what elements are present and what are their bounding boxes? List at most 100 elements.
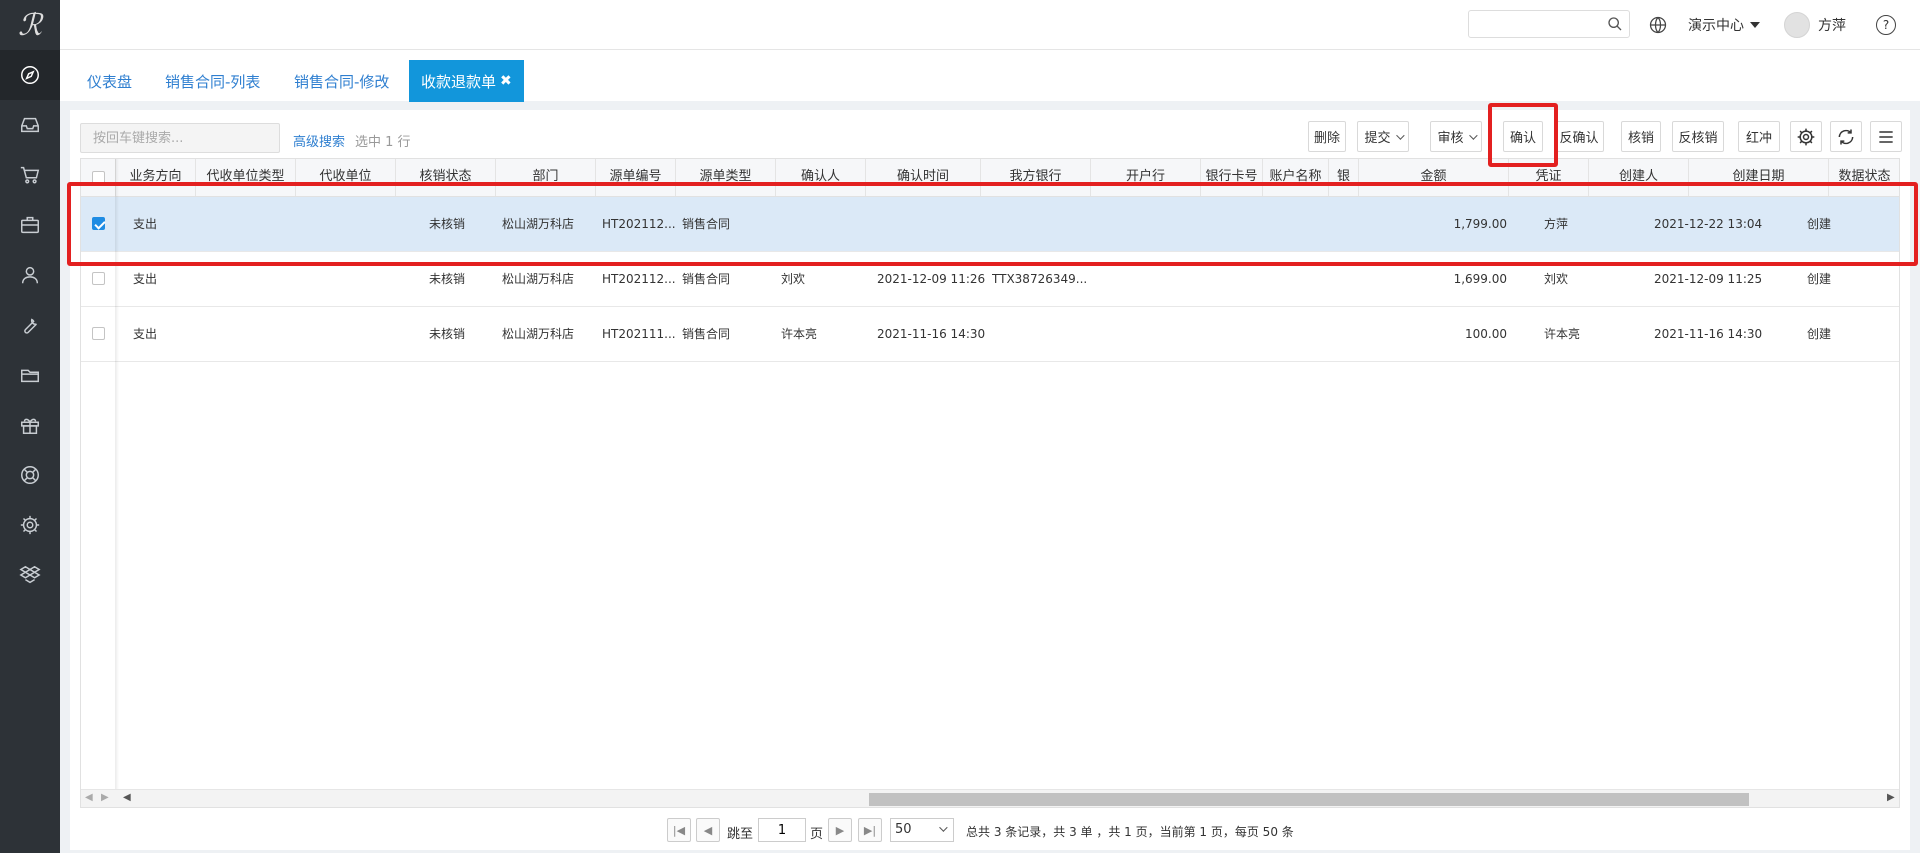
- page-number-input[interactable]: [758, 818, 806, 842]
- tab-label: 销售合同-列表: [165, 72, 261, 91]
- submit-dropdown[interactable]: 提交: [1357, 121, 1409, 152]
- sidebar-item-settings[interactable]: [0, 500, 60, 550]
- chevron-left-icon: ◀: [703, 823, 713, 837]
- tab-dashboard[interactable]: 仪表盘: [75, 60, 144, 102]
- tab-label: 仪表盘: [87, 72, 133, 91]
- confirm-button[interactable]: 确认: [1503, 121, 1543, 152]
- tab-label: 收款退款单: [421, 72, 497, 91]
- sidebar-item-cart[interactable]: [0, 150, 60, 200]
- tab-sales-contract-edit[interactable]: 销售合同-修改: [282, 60, 401, 102]
- cell-verify-status: 未核销: [429, 217, 466, 231]
- inbox-icon: [21, 117, 39, 133]
- global-search-input[interactable]: [1468, 10, 1630, 38]
- scroll-left-arrow-icon[interactable]: ◀: [85, 792, 93, 803]
- col-header[interactable]: 确认时间: [866, 159, 981, 196]
- tab-sales-contract-list[interactable]: 销售合同-列表: [153, 60, 272, 102]
- cell-source-no: HT202111...: [602, 327, 676, 341]
- col-header[interactable]: 账户名称: [1263, 159, 1329, 196]
- keyword-search-input[interactable]: [80, 123, 280, 153]
- cart-icon: [20, 166, 40, 184]
- sidebar-item-briefcase[interactable]: [0, 200, 60, 250]
- help-button[interactable]: ?: [1876, 0, 1896, 50]
- sidebar-item-lifebuoy[interactable]: [0, 450, 60, 500]
- unconfirm-button[interactable]: 反确认: [1554, 121, 1604, 152]
- col-header[interactable]: 金额: [1359, 159, 1509, 196]
- scroll-right-arrow-icon[interactable]: ▶: [101, 792, 109, 803]
- col-header[interactable]: 创建人: [1589, 159, 1689, 196]
- audit-dropdown[interactable]: 审核: [1430, 121, 1482, 152]
- scrollbar-thumb[interactable]: [869, 793, 1749, 806]
- cell-creator: 刘欢: [1544, 272, 1569, 286]
- org-dropdown[interactable]: 演示中心: [1688, 0, 1760, 50]
- settings-button[interactable]: [1790, 121, 1822, 152]
- scroll-left-arrow-icon[interactable]: ◀: [123, 792, 131, 803]
- menu-icon: [1879, 130, 1893, 143]
- table-row[interactable]: 支出 未核销 松山湖万科店 HT202112... 销售合同 刘欢 2021-1…: [81, 252, 1899, 307]
- col-header[interactable]: 业务方向: [116, 159, 196, 196]
- last-page-button[interactable]: ▶|: [858, 818, 882, 842]
- scroll-right-arrow-icon[interactable]: ▶: [1887, 792, 1895, 803]
- sidebar-item-gift[interactable]: [0, 400, 60, 450]
- close-icon[interactable]: ✖: [500, 73, 512, 89]
- row-checkbox[interactable]: [92, 217, 105, 230]
- audit-label: 审核: [1437, 131, 1464, 146]
- col-header[interactable]: 创建日期: [1689, 159, 1829, 196]
- column-menu-button[interactable]: [1870, 121, 1902, 152]
- delete-button[interactable]: 删除: [1308, 121, 1346, 152]
- tab-receipt-refund[interactable]: 收款退款单 ✖: [409, 60, 524, 102]
- col-header[interactable]: 确认人: [776, 159, 866, 196]
- col-header[interactable]: 我方银行: [981, 159, 1091, 196]
- sidebar-item-compass[interactable]: [0, 50, 60, 100]
- col-header[interactable]: 源单编号: [596, 159, 676, 196]
- data-grid: 业务方向 代收单位类型 代收单位 核销状态 部门 源单编号 源单类型 确认人 确…: [80, 158, 1900, 808]
- red-reverse-button[interactable]: 红冲: [1738, 121, 1780, 152]
- language-button[interactable]: [1648, 0, 1668, 50]
- pagination-summary: 总共 3 条记录，共 3 单 ，共 1 页，当前第 1 页，每页 50 条: [966, 825, 1294, 839]
- top-header: 演示中心 方萍 ?: [60, 0, 1920, 50]
- prev-page-button[interactable]: ◀: [696, 818, 720, 842]
- col-header[interactable]: 代收单位: [296, 159, 396, 196]
- sidebar-item-inbox[interactable]: [0, 100, 60, 150]
- sidebar-item-wrench[interactable]: [0, 300, 60, 350]
- user-menu[interactable]: 方萍: [1784, 0, 1846, 50]
- cell-direction: 支出: [133, 327, 158, 341]
- sidebar-item-dropbox[interactable]: [0, 550, 60, 600]
- grid-header: 业务方向 代收单位类型 代收单位 核销状态 部门 源单编号 源单类型 确认人 确…: [81, 159, 1899, 197]
- cell-created: 2021-11-16 14:30: [1654, 327, 1763, 341]
- refresh-button[interactable]: [1830, 121, 1862, 152]
- table-row[interactable]: 支出 未核销 松山湖万科店 HT202112... 销售合同 1,799.00 …: [81, 197, 1899, 252]
- col-header[interactable]: 银行卡号: [1201, 159, 1263, 196]
- last-page-icon: ▶|: [863, 823, 877, 837]
- row-checkbox[interactable]: [92, 327, 105, 340]
- col-header[interactable]: 代收单位类型: [196, 159, 296, 196]
- table-row[interactable]: 支出 未核销 松山湖万科店 HT202111... 销售合同 许本亮 2021-…: [81, 307, 1899, 362]
- cell-source-type: 销售合同: [682, 217, 731, 231]
- caret-down-icon: [1750, 22, 1760, 28]
- unconfirm-label: 反确认: [1559, 131, 1599, 146]
- sidebar-item-folder[interactable]: [0, 350, 60, 400]
- page-size-select[interactable]: 50: [890, 818, 954, 842]
- compass-icon: [21, 66, 39, 84]
- next-page-button[interactable]: ▶: [828, 818, 852, 842]
- col-header[interactable]: 部门: [496, 159, 596, 196]
- unverify-button[interactable]: 反核销: [1672, 121, 1724, 152]
- sidebar-item-user[interactable]: [0, 250, 60, 300]
- select-all-checkbox[interactable]: [92, 171, 105, 184]
- row-checkbox[interactable]: [92, 272, 105, 285]
- cell-confirmer: 刘欢: [781, 272, 806, 286]
- col-header[interactable]: 核销状态: [396, 159, 496, 196]
- col-header[interactable]: 银: [1329, 159, 1359, 196]
- first-page-button[interactable]: |◀: [667, 818, 691, 842]
- col-header[interactable]: 凭证: [1509, 159, 1589, 196]
- verify-button[interactable]: 核销: [1621, 121, 1661, 152]
- cell-dept: 松山湖万科店: [502, 272, 575, 286]
- cell-source-type: 销售合同: [682, 327, 731, 341]
- advanced-search-link[interactable]: 高级搜索: [293, 131, 345, 150]
- col-header[interactable]: 数据状态: [1829, 159, 1899, 196]
- chevron-right-icon: ▶: [835, 823, 845, 837]
- col-header[interactable]: 开户行: [1091, 159, 1201, 196]
- page-unit-label: 页: [810, 827, 824, 842]
- cell-created: 2021-12-22 13:04: [1654, 217, 1763, 231]
- col-header[interactable]: 源单类型: [676, 159, 776, 196]
- frozen-column-divider: [115, 159, 119, 807]
